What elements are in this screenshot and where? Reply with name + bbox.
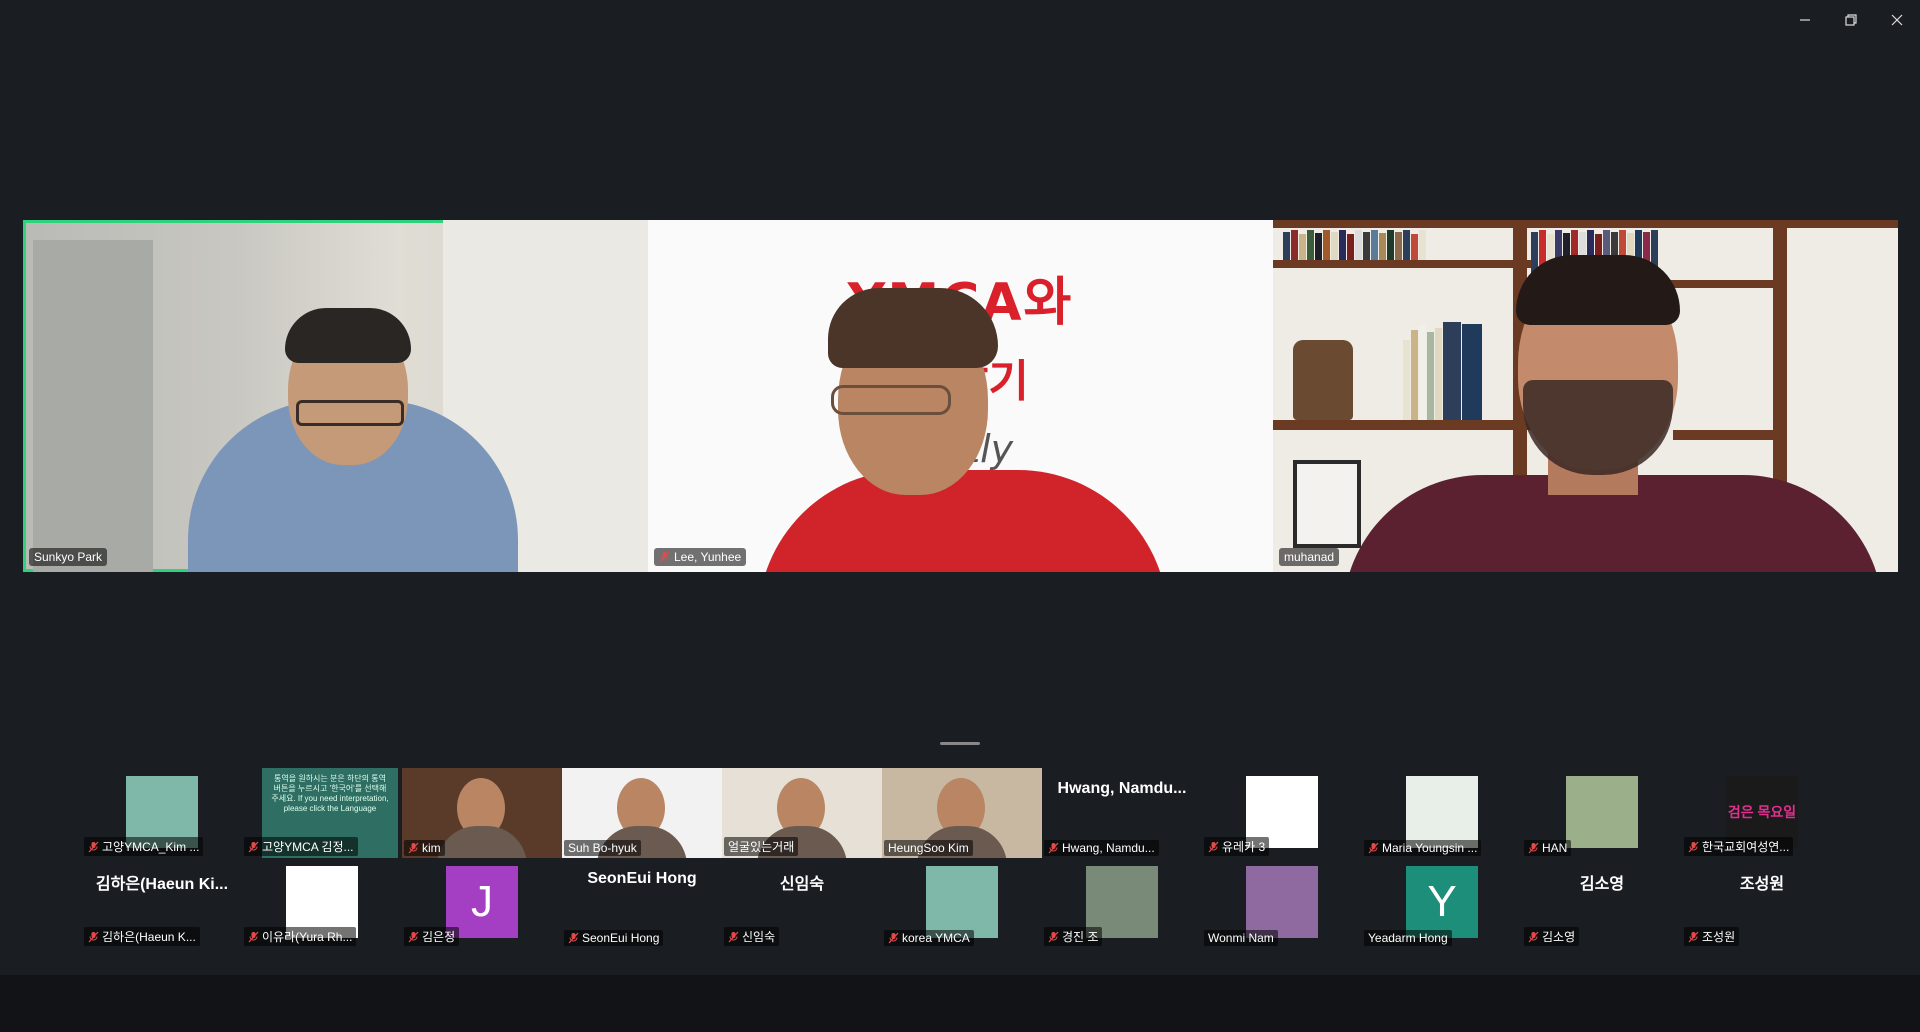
close-icon[interactable] [1874,0,1920,40]
muted-mic-icon [568,932,579,944]
gallery-row-2: 김하은(Haeun Ki... 김하은(Haeun K... 이유라(Yura Rh… [82,858,1842,948]
participant-name-tag: 김은정 [404,927,460,946]
participant-name-tag: 조성원 [1684,927,1740,946]
participant-name-tag: SeonEui Hong [564,930,664,946]
participant-display-name: 조성원 [1739,876,1785,893]
participant-tile[interactable]: 고양YMCA_Kim ... [82,768,242,858]
carved-mask [1293,340,1353,420]
participant-display-name: SeonEui Hong [587,870,697,887]
muted-mic-icon [1528,931,1539,942]
muted-mic-icon [248,841,259,852]
participant-avatar: Y [1406,866,1478,938]
muted-mic-icon [1208,841,1219,852]
participant-name-tag: HAN [1524,840,1572,856]
participant-tile[interactable]: 조성원 조성원 [1682,858,1842,948]
participant-tile[interactable]: Y Yeadarm Hong [1362,858,1522,948]
participant-tile[interactable]: SeonEui Hong SeonEui Hong [562,858,722,948]
speaker-tile-3[interactable]: muhanad [1273,220,1898,572]
muted-mic-icon [408,842,419,854]
participant-tile[interactable]: Wonmi Nam [1202,858,1362,948]
participant-name-tag: Yeadarm Hong [1364,930,1452,946]
minimize-icon[interactable] [1782,0,1828,40]
muted-mic-icon [88,841,99,852]
participant-tile[interactable]: HeungSoo Kim [882,768,1042,858]
participant-name-tag: 한국교회여성연... [1684,837,1794,856]
participant-name-tag: Lee, Yunhee [654,548,747,566]
speaker-tile-2[interactable]: YMCA와 ㅍ 살기 L ntly W a YMCA Lee, Yunhee [648,220,1273,572]
participant-name-tag: 고양YMCA 김정... [244,837,358,856]
muted-mic-icon [1048,842,1059,854]
participant-tile[interactable]: kim [402,768,562,858]
participant-display-name: 김하은(Haeun Ki... [95,876,229,893]
participant-tile[interactable]: 유레카 3 [1202,768,1362,858]
participant-name-tag: Suh Bo-hyuk [564,840,641,856]
participant-tile[interactable]: korea YMCA [882,858,1042,948]
participant-name-tag: 고양YMCA_Kim ... [84,837,204,856]
speaker-tile-1[interactable]: Sunkyo Park [23,220,648,572]
participant-tile[interactable]: J 김은정 [402,858,562,948]
participant-avatar [926,866,998,938]
muted-mic-icon [408,931,419,942]
muted-mic-icon [1528,842,1539,854]
participant-tile[interactable]: Suh Bo-hyuk [562,768,722,858]
participant-tile[interactable]: Maria Youngsin ... [1362,768,1522,858]
participant-name-tag: Sunkyo Park [29,548,108,566]
participant-tile[interactable]: 검은 목요일 한국교회여성연... [1682,768,1842,858]
gallery-row-1: 고양YMCA_Kim ... 통역을 원하시는 분은 하단의 통역 버튼을 누르시… [82,768,1842,858]
participant-avatar [1566,776,1638,848]
muted-mic-icon [88,931,99,942]
participant-tile[interactable]: 얼굴있는거래 [722,768,882,858]
participant-name-tag: korea YMCA [884,930,974,946]
participant-name-tag: 이유라(Yura Rh... [244,927,357,946]
participant-display-name: 김소영 [1579,876,1625,893]
muted-mic-icon [728,931,739,942]
restore-icon[interactable] [1828,0,1874,40]
participant-name-tag: Hwang, Namdu... [1044,840,1159,856]
participant-avatar [1246,866,1318,938]
participant-name-tag: HeungSoo Kim [884,840,973,856]
muted-mic-icon [1048,931,1059,942]
participant-tile[interactable]: 김하은(Haeun Ki... 김하은(Haeun K... [82,858,242,948]
participant-tile[interactable]: HAN [1522,768,1682,858]
framed-certificate [1293,460,1361,548]
participant-tile[interactable]: 통역을 원하시는 분은 하단의 통역 버튼을 누르시고 '한국어'를 선택해주세… [242,768,402,858]
muted-mic-icon [1688,841,1699,852]
muted-mic-icon [248,931,259,942]
participant-name-tag: 얼굴있는거래 [724,837,799,856]
participant-tile[interactable]: 경진 조 [1042,858,1202,948]
muted-mic-icon [888,932,899,944]
participant-name-tag: 김소영 [1524,927,1580,946]
participant-tile[interactable]: 김소영 김소영 [1522,858,1682,948]
participant-name-tag: 경진 조 [1044,927,1103,946]
participant-tile[interactable]: 이유라(Yura Rh... [242,858,402,948]
participant-name-tag: kim [404,840,445,856]
meeting-toolbar-area [0,975,1920,1032]
participant-name-tag: Wonmi Nam [1204,930,1278,946]
participant-gallery: 고양YMCA_Kim ... 통역을 원하시는 분은 하단의 통역 버튼을 누르시… [82,768,1842,948]
participant-name-tag: Maria Youngsin ... [1364,840,1482,856]
participant-display-name: Hwang, Namdu... [1057,780,1187,797]
participant-name-tag: 신임숙 [724,927,780,946]
muted-mic-icon [1688,931,1699,942]
participant-name-tag: 유레카 3 [1204,837,1270,856]
window-controls [1782,0,1920,40]
gallery-resize-handle[interactable] [940,742,980,745]
participant-avatar [1406,776,1478,848]
participant-name-tag: 김하은(Haeun K... [84,927,200,946]
participant-display-name: 신임숙 [779,876,825,893]
muted-mic-icon [1368,842,1379,854]
participant-tile[interactable]: 신임숙 신임숙 [722,858,882,948]
participant-name-tag: muhanad [1279,548,1340,566]
muted-mic-icon [659,551,670,563]
participant-tile[interactable]: Hwang, Namdu... Hwang, Namdu... [1042,768,1202,858]
speaker-strip: Sunkyo Park YMCA와 ㅍ 살기 L ntly W a YMCA L… [23,220,1898,572]
